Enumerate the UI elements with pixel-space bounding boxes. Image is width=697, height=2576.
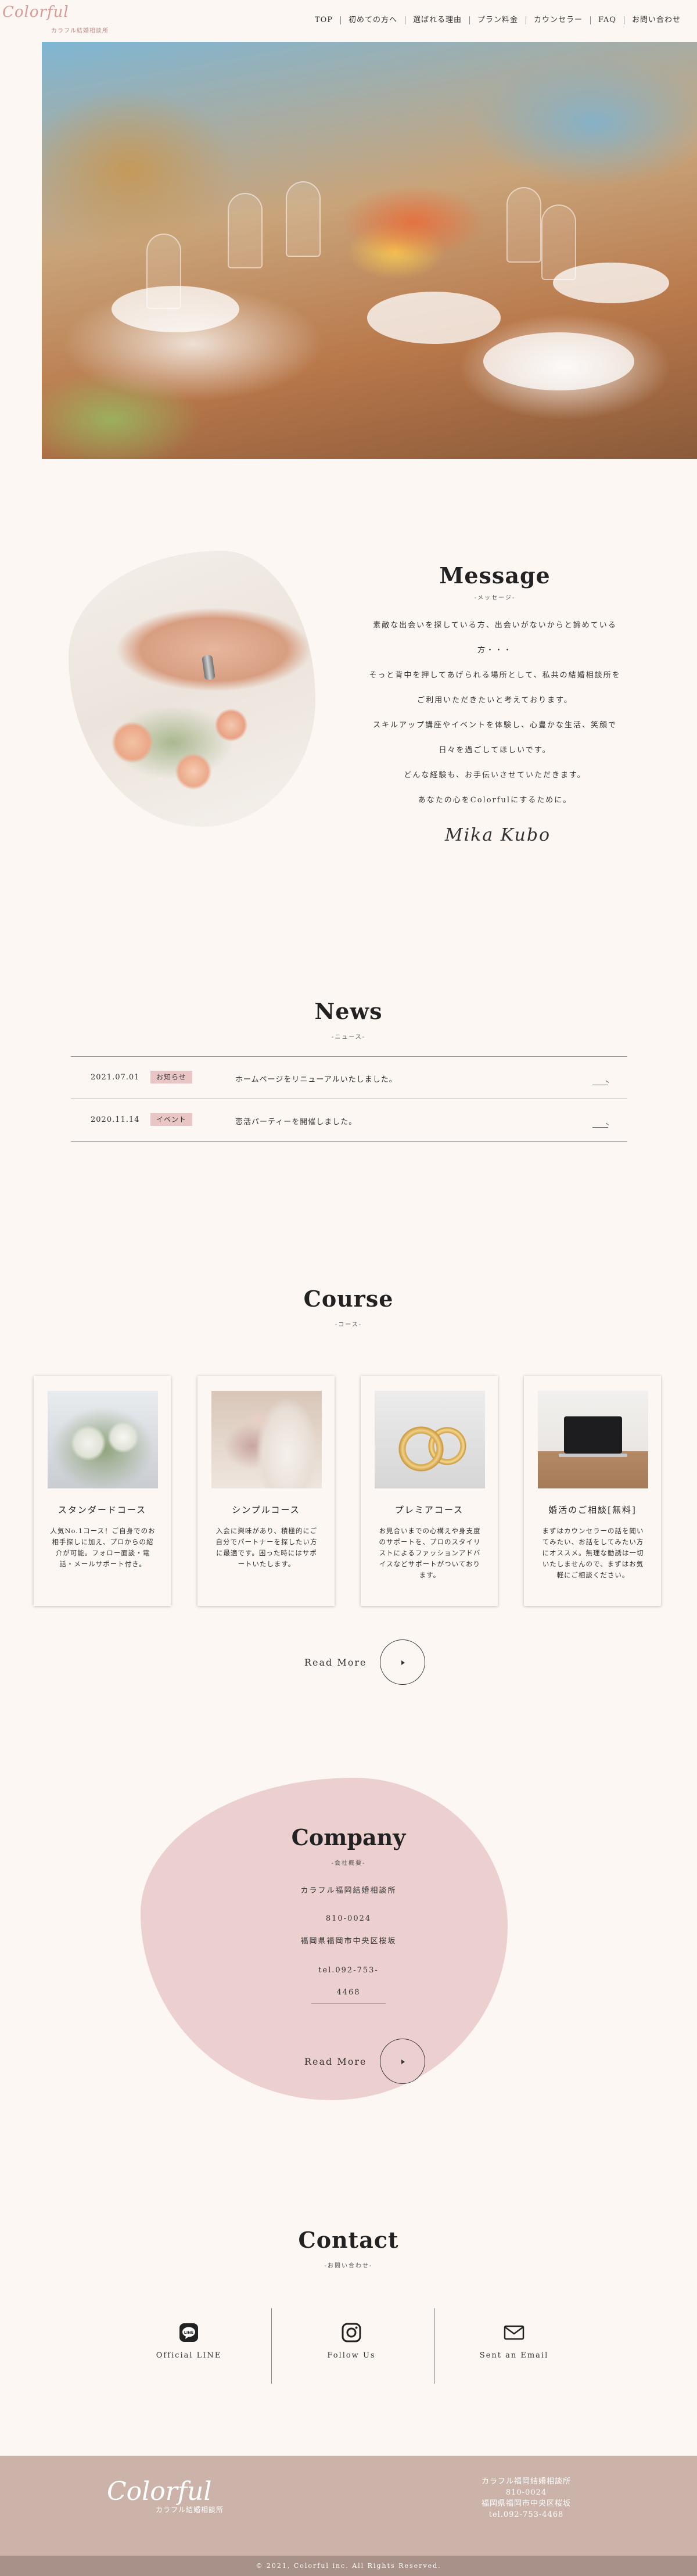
site-header: Colorful カラフル結婚相談所 TOP 初めての方へ 選ばれる理由 プラン…: [0, 0, 697, 42]
course-card-standard[interactable]: スタンダードコース 人気No.1コース！ご自身でのお相手探しに加え、プロからの紹…: [34, 1376, 171, 1606]
arrow-right-icon: [592, 1082, 609, 1088]
news-title: News: [314, 998, 383, 1024]
signature: Mika Kubo: [444, 825, 551, 845]
read-more-label: Read More: [304, 2055, 367, 2067]
company-title: Company: [291, 1824, 406, 1850]
course-subtitle: -コース-: [335, 1322, 362, 1328]
footer-info: カラフル福岡結婚相談所 810-0024 福岡県福岡市中央区桜坂 tel.092…: [457, 2476, 596, 2520]
play-arrow-icon: [379, 2039, 425, 2084]
message-line: 方・・・: [477, 646, 512, 655]
news-tag: お知らせ: [150, 1071, 192, 1084]
site-footer: Colorful カラフル結婚相談所 カラフル福岡結婚相談所 810-0024 …: [0, 2456, 697, 2556]
news-item[interactable]: 2021.07.01 お知らせ ホームページをリニューアルいたしました。: [71, 1057, 627, 1099]
news-text: 恋活パーティーを開催しました。: [235, 1118, 357, 1126]
footer-company-name: カラフル福岡結婚相談所: [481, 2477, 571, 2486]
nav-faq[interactable]: FAQ: [591, 16, 624, 24]
course-name: スタンダードコース: [58, 1505, 147, 1515]
course-image: [375, 1391, 485, 1488]
contact-label: Follow Us: [327, 2351, 376, 2360]
news-tag: イベント: [150, 1113, 193, 1126]
contact-title: Contact: [298, 2227, 399, 2253]
contact-label: Official LINE: [156, 2351, 222, 2360]
message-photo: [69, 551, 315, 827]
news-date: 2021.07.01: [91, 1073, 140, 1082]
divider: [311, 2003, 386, 2004]
course-card-consultation[interactable]: 婚活のご相談[無料] まずはカウンセラーの話を聞いてみたい、お話をしてみたい方に…: [524, 1376, 661, 1606]
instagram-icon: [342, 2323, 361, 2342]
read-more-label: Read More: [304, 1656, 367, 1668]
message-body: 素敵な出会いを探している方、出会いがないからと諦めている 方・・・ そっと背中を…: [355, 613, 634, 813]
nav-plans[interactable]: プラン料金: [470, 16, 527, 24]
course-desc: 入会に興味があり、積極的にご自分でパートナーを探したい方に最適です。困った時には…: [215, 1527, 318, 1568]
company-read-more-button[interactable]: Read More: [304, 2039, 425, 2084]
course-name: シンプルコース: [232, 1505, 300, 1515]
line-icon: LINE: [179, 2323, 198, 2342]
copyright: © 2021, Colorful inc. All Rights Reserve…: [0, 2556, 697, 2576]
news-text: ホームページをリニューアルいたしました。: [235, 1075, 397, 1084]
course-image: [538, 1391, 648, 1488]
arrow-right-icon: [592, 1125, 609, 1131]
play-arrow-icon: [379, 1639, 425, 1685]
footer-zip: 810-0024: [505, 2488, 547, 2497]
nav-reasons[interactable]: 選ばれる理由: [405, 16, 470, 24]
course-image: [48, 1391, 158, 1488]
footer-logo-subtitle: カラフル結婚相談所: [156, 2506, 224, 2514]
news-list: 2021.07.01 お知らせ ホームページをリニューアルいたしました。 202…: [71, 1056, 627, 1142]
footer-tel: tel.092-753-4468: [488, 2510, 564, 2519]
company-zip: 810-0024: [325, 1914, 372, 1923]
contact-instagram[interactable]: Follow Us: [270, 2316, 433, 2387]
nav-top[interactable]: TOP: [307, 16, 341, 24]
message-line: 日々を過ごしてほしいです。: [439, 746, 551, 755]
course-card-simple[interactable]: シンプルコース 入会に興味があり、積極的にご自分でパートナーを探したい方に最適で…: [197, 1376, 335, 1606]
news-subtitle: -ニュース-: [331, 1034, 366, 1041]
course-read-more-button[interactable]: Read More: [304, 1639, 425, 1685]
course-image: [211, 1391, 322, 1488]
logo-script: Colorful: [2, 3, 69, 21]
svg-text:LINE: LINE: [184, 2330, 193, 2335]
footer-logo-script: Colorful: [107, 2477, 212, 2506]
course-desc: 人気No.1コース！ご自身でのお相手探しに加え、プロからの紹介が可能。フォロー面…: [50, 1527, 156, 1568]
news-date: 2020.11.14: [91, 1115, 140, 1124]
main-nav: TOP 初めての方へ 選ばれる理由 プラン料金 カウンセラー FAQ お問い合わ…: [307, 16, 681, 24]
message-line: あなたの心をColorfulにするために。: [418, 796, 572, 805]
company-address: 福岡県福岡市中央区桜坂: [300, 1937, 397, 1946]
footer-address: 福岡県福岡市中央区桜坂: [481, 2499, 571, 2508]
company-tel: tel.092-753-: [318, 1966, 379, 1975]
news-item[interactable]: 2020.11.14 イベント 恋活パーティーを開催しました。: [71, 1099, 627, 1142]
course-desc: お見合いまでの心構えや身支度のサポートを、プロのスタイリストによるファッションア…: [379, 1527, 481, 1579]
course-card-premier[interactable]: プレミアコース お見合いまでの心構えや身支度のサポートを、プロのスタイリストによ…: [361, 1376, 498, 1606]
company-name: カラフル福岡結婚相談所: [300, 1886, 397, 1895]
contact-email[interactable]: Sent an Email: [433, 2316, 595, 2387]
contact-subtitle: -お問い合わせ-: [324, 2263, 373, 2269]
logo-subtitle: カラフル結婚相談所: [51, 28, 109, 34]
contact-line[interactable]: LINE Official LINE: [107, 2316, 270, 2387]
company-subtitle: -会社概要-: [331, 1860, 366, 1867]
message-line: スキルアップ講座やイベントを体験し、心豊かな生活、笑顔で: [372, 721, 617, 730]
company-tel-cont: 4468: [336, 1988, 361, 1997]
message-line: ご利用いただきたいと考えております。: [417, 696, 573, 705]
message-line: そっと背中を押してあげられる場所として、私共の結婚相談所を: [369, 671, 621, 680]
nav-first-time[interactable]: 初めての方へ: [341, 16, 405, 24]
message-subtitle: -メッセージ-: [474, 595, 516, 601]
contact-label: Sent an Email: [479, 2351, 549, 2360]
message-line: どんな経験も、お手伝いさせていただきます。: [404, 771, 586, 780]
site-logo[interactable]: Colorful カラフル結婚相談所: [0, 2, 110, 40]
hero-image: [42, 42, 697, 459]
message-title: Message: [439, 562, 551, 589]
nav-counselor[interactable]: カウンセラー: [526, 16, 591, 24]
course-title: Course: [303, 1286, 394, 1312]
mail-icon: [504, 2325, 524, 2340]
nav-contact[interactable]: お問い合わせ: [624, 16, 681, 24]
course-name: プレミアコース: [394, 1505, 464, 1515]
course-desc: まずはカウンセラーの話を聞いてみたい、お話をしてみたい方にオススメ。無理な勧誘は…: [542, 1527, 644, 1579]
course-name: 婚活のご相談[無料]: [548, 1505, 637, 1515]
message-line: 素敵な出会いを探している方、出会いがないからと諦めている: [373, 621, 617, 630]
